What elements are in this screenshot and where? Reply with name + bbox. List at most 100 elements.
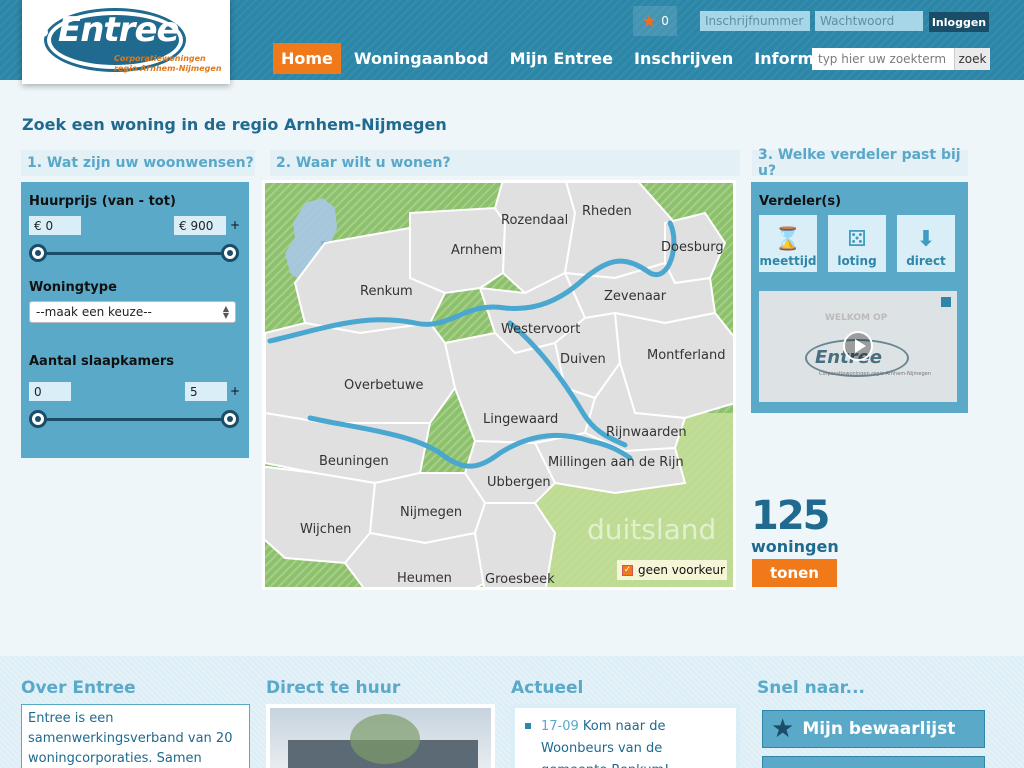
- share-icon[interactable]: [941, 297, 951, 307]
- news-date: 17-09: [541, 719, 579, 734]
- login-button[interactable]: Inloggen: [929, 12, 989, 32]
- show-results-button[interactable]: tonen: [752, 559, 837, 587]
- chevron-updown-icon: ▲ ▼: [222, 304, 229, 320]
- rooms-plus: +: [230, 384, 241, 398]
- distributor-meettijd-label: meettijd: [759, 254, 817, 268]
- price-min-input[interactable]: € 0: [29, 216, 81, 235]
- result-count-label: woningen: [751, 537, 839, 556]
- rooms-slider-max-handle[interactable]: [221, 410, 239, 428]
- news-item[interactable]: 17-09 Kom naar de Woonbeurs van de gemee…: [515, 708, 736, 768]
- label-rijnwaarden: Rijnwaarden: [606, 425, 687, 440]
- type-select[interactable]: --maak een keuze-- ▲ ▼: [29, 301, 236, 323]
- label-millingen: Millingen aan de Rijn: [548, 455, 684, 470]
- no-preference-checkbox[interactable]: ✓ geen voorkeur: [617, 560, 727, 580]
- price-slider-min-handle[interactable]: [29, 244, 47, 262]
- distributor-direct-button[interactable]: ⬇ direct: [897, 215, 955, 272]
- quick-links-title: Snel naar...: [757, 678, 866, 698]
- rooms-min-input[interactable]: 0: [29, 382, 71, 401]
- news-title: Actueel: [511, 678, 584, 698]
- region-map[interactable]: Rozendaal Rheden Arnhem Doesburg Renkum …: [262, 180, 736, 590]
- download-arrow-icon: ⬇: [916, 227, 936, 252]
- label-doesburg: Doesburg: [661, 240, 724, 255]
- dice-icon: ⚄: [847, 227, 867, 252]
- bullet-icon: [525, 723, 531, 729]
- no-preference-label: geen voorkeur: [638, 563, 725, 577]
- label-zevenaar: Zevenaar: [604, 289, 667, 304]
- price-max-input[interactable]: € 900: [174, 216, 226, 235]
- step-1-header: 1. Wat zijn uw woonwensen?: [21, 150, 255, 176]
- star-icon: ★: [641, 10, 658, 32]
- label-lingewaard: Lingewaard: [483, 412, 558, 427]
- distributor-meettijd-button[interactable]: ⌛ meettijd: [759, 215, 817, 272]
- password-input[interactable]: Wachtwoord: [815, 11, 923, 31]
- about-title: Over Entree: [21, 678, 136, 698]
- rooms-slider-min-handle[interactable]: [29, 410, 47, 428]
- result-count: 125: [751, 493, 830, 539]
- step-3-header: 3. Welke verdeler past bij u?: [752, 147, 968, 179]
- label-duiven: Duiven: [560, 352, 606, 367]
- price-slider-track[interactable]: [38, 252, 231, 255]
- page-title: Zoek een woning in de regio Arnhem-Nijme…: [22, 115, 447, 134]
- direct-rent-image[interactable]: [266, 704, 495, 768]
- video-welcome-text: WELKOM OP: [825, 313, 888, 323]
- logo-subtitle-2: regio Arnhem-Nijmegen: [114, 64, 222, 73]
- distributor-direct-label: direct: [906, 254, 946, 268]
- checkmark-icon: ✓: [622, 564, 633, 576]
- rooms-max-input[interactable]: 5: [185, 382, 227, 401]
- distributor-label: Verdeler(s): [759, 194, 842, 209]
- rooms-label: Aantal slaapkamers: [29, 354, 175, 369]
- label-arnhem: Arnhem: [451, 243, 502, 258]
- nav-woningaanbod[interactable]: Woningaanbod: [346, 43, 497, 74]
- region-overbetuwe[interactable]: [265, 321, 457, 424]
- search-input[interactable]: typ hier uw zoekterm: [812, 48, 954, 70]
- label-renkum: Renkum: [360, 284, 413, 299]
- star-icon: ★: [771, 714, 795, 744]
- map-svg: Rozendaal Rheden Arnhem Doesburg Renkum …: [265, 183, 736, 587]
- label-wijchen: Wijchen: [300, 522, 351, 537]
- region-montferland[interactable]: [613, 311, 736, 420]
- quick-link-second[interactable]: [762, 756, 985, 768]
- label-beuningen: Beuningen: [319, 454, 389, 469]
- nav-mijn-entree[interactable]: Mijn Entree: [502, 43, 621, 74]
- label-westervoort: Westervoort: [501, 322, 580, 337]
- price-plus: +: [230, 218, 241, 232]
- quick-link-bewaarlijst[interactable]: ★ Mijn bewaarlijst: [762, 710, 985, 748]
- logo-dot: [38, 27, 48, 37]
- label-nijmegen: Nijmegen: [400, 505, 462, 520]
- search-button[interactable]: zoek: [954, 48, 990, 70]
- label-montferland: Montferland: [647, 348, 726, 363]
- about-text: Entree is een samenwerkingsverband van 2…: [21, 704, 250, 768]
- distributor-loting-label: loting: [837, 254, 877, 268]
- hourglass-icon: ⌛: [774, 227, 802, 252]
- nav-home[interactable]: Home: [273, 43, 341, 74]
- type-select-value: --maak een keuze--: [36, 305, 152, 319]
- main-nav: Home Woningaanbod Mijn Entree Inschrijve…: [273, 43, 862, 74]
- favorites-count: 0: [661, 14, 669, 28]
- region-rheden[interactable]: [563, 183, 677, 280]
- label-overbetuwe: Overbetuwe: [344, 378, 424, 393]
- label-heumen: Heumen: [397, 571, 452, 586]
- direct-title: Direct te huur: [266, 678, 401, 698]
- logo-text: Entree: [58, 10, 180, 50]
- nav-inschrijven[interactable]: Inschrijven: [626, 43, 741, 74]
- label-germany: duitsland: [587, 513, 716, 546]
- play-icon[interactable]: [843, 331, 873, 361]
- label-ubbergen: Ubbergen: [487, 475, 551, 490]
- label-groesbeek: Groesbeek: [485, 572, 555, 587]
- price-slider-max-handle[interactable]: [221, 244, 239, 262]
- video-subtitle: Corporatiewoningen regio Arnhem-Nijmegen: [819, 371, 931, 377]
- label-rozendaal: Rozendaal: [501, 213, 568, 228]
- label-rheden: Rheden: [582, 204, 632, 219]
- type-label: Woningtype: [29, 280, 117, 295]
- step-2-header: 2. Waar wilt u wonen?: [270, 150, 740, 176]
- registration-number-input[interactable]: Inschrijfnummer: [700, 11, 810, 31]
- logo-subtitle-1: Corporatiewoningen: [114, 54, 206, 63]
- logo[interactable]: Entree Corporatiewoningen regio Arnhem-N…: [22, 0, 230, 84]
- price-label: Huurprijs (van - tot): [29, 194, 176, 209]
- quick-link-label: Mijn bewaarlijst: [802, 719, 956, 739]
- rooms-slider-track[interactable]: [38, 418, 231, 421]
- favorites-button[interactable]: ★ 0: [633, 6, 677, 36]
- intro-video[interactable]: WELKOM OP Entree Corporatiewoningen regi…: [759, 291, 957, 402]
- distributor-loting-button[interactable]: ⚄ loting: [828, 215, 886, 272]
- news-box: 17-09 Kom naar de Woonbeurs van de gemee…: [511, 704, 740, 768]
